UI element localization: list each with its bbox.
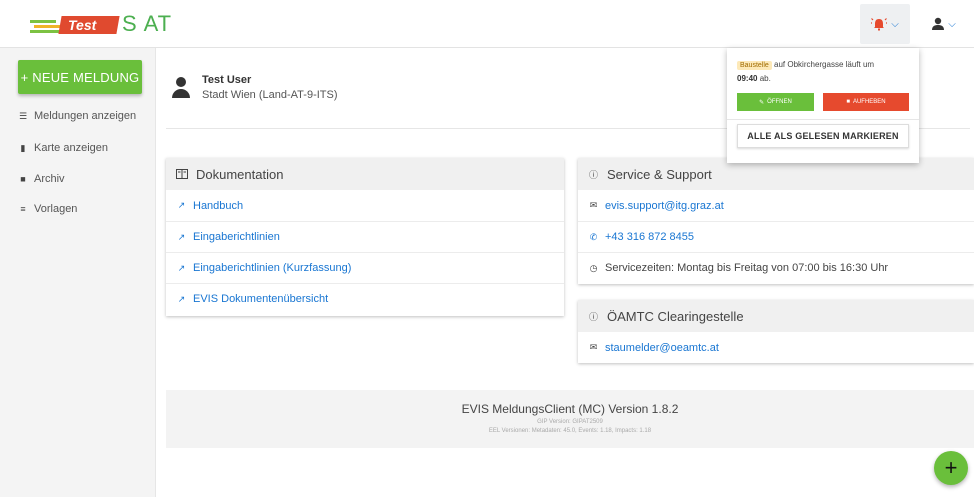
user-menu-button[interactable]: ⌵ (924, 4, 964, 44)
mark-all-read-button[interactable]: ALLE ALS GELESEN MARKIEREN (737, 124, 909, 148)
help-circle-icon: ⓘ (588, 169, 598, 180)
external-link-icon: ↗ (177, 200, 186, 210)
notification-time: 09:40 (737, 74, 758, 83)
avatar (172, 76, 190, 99)
person-icon (932, 17, 945, 30)
notifications-button[interactable]: ⌵ (860, 4, 910, 44)
map-icon: ▮ (20, 142, 26, 153)
sidebar-item-archive[interactable]: ■ Archiv (18, 173, 65, 185)
documentation-title: Dokumentation (196, 166, 284, 182)
gip-version: GIP Version: GIPAT2509 (537, 419, 603, 425)
sidebar-item-label: Vorlagen (34, 203, 78, 215)
logo-badge: Test (68, 17, 97, 33)
doc-link-overview[interactable]: ↗ EVIS Dokumentenübersicht (166, 283, 564, 314)
sidebar-item-map[interactable]: ▮ Karte anzeigen (18, 142, 108, 154)
doc-link-manual[interactable]: ↗ Handbuch (166, 190, 564, 221)
notification-message: Baustelle auf Obkirchergasse läuft um 09… (737, 58, 912, 85)
doc-link-guidelines-short[interactable]: ↗ Eingaberichtlinien (Kurzfassung) (166, 252, 564, 283)
oeamtc-email-link[interactable]: ✉ staumelder@oeamtc.at (578, 332, 974, 363)
templates-icon: ≡ (20, 204, 26, 214)
sidebar-item-label: Archiv (34, 173, 65, 185)
oeamtc-header: ⓘ ÖAMTC Clearingestelle (578, 300, 974, 332)
top-bar: Test S AT ⌵ ⌵ (0, 0, 974, 48)
support-title: Service & Support (607, 166, 712, 182)
sidebar-item-reports[interactable]: ☰ Meldungen anzeigen (18, 110, 136, 122)
list-icon: ☰ (18, 110, 28, 121)
add-fab-button[interactable]: + (934, 451, 968, 485)
cancel-notification-button[interactable]: ■ AUFHEBEN (823, 93, 909, 111)
open-notification-button[interactable]: ✎ ÖFFNEN (737, 93, 814, 111)
documentation-header: Dokumentation (166, 158, 564, 190)
phone-icon: ✆ (589, 231, 598, 242)
documentation-card: Dokumentation ↗ Handbuch ↗ Eingaberichtl… (166, 158, 564, 316)
eel-versions: EEL Versionen: Metadaten: 45.0, Events: … (488, 428, 652, 434)
sidebar-item-label: Karte anzeigen (34, 142, 108, 154)
chevron-down-icon: ⌵ (891, 18, 899, 30)
logo-mark: Test (30, 12, 120, 36)
support-phone-link[interactable]: ✆ +43 316 872 8455 (578, 221, 974, 252)
help-circle-icon: ⓘ (588, 311, 598, 322)
support-card: ⓘ Service & Support ✉ evis.support@itg.g… (578, 158, 974, 284)
archive-icon: ■ (20, 174, 26, 184)
oeamtc-card: ⓘ ÖAMTC Clearingestelle ✉ staumelder@oea… (578, 300, 974, 363)
logo-text: S AT (122, 11, 173, 36)
user-info: Test User Stadt Wien (Land-AT-9-ITS) (172, 74, 338, 101)
sidebar: + NEUE MELDUNG ☰ Meldungen anzeigen ▮ Ka… (0, 48, 156, 497)
mail-icon: ✉ (589, 342, 598, 352)
mail-icon: ✉ (589, 200, 598, 210)
book-icon (176, 169, 188, 179)
external-link-icon: ↗ (177, 231, 186, 242)
oeamtc-title: ÖAMTC Clearingestelle (607, 308, 744, 324)
trash-icon: ■ (846, 99, 850, 105)
new-report-button[interactable]: + NEUE MELDUNG (18, 60, 142, 94)
popup-divider (727, 119, 919, 120)
notification-text: auf Obkirchergasse läuft um (774, 60, 875, 69)
notification-suffix: ab. (759, 74, 771, 83)
user-organization: Stadt Wien (Land-AT-9-ITS) (202, 89, 338, 101)
sidebar-item-label: Meldungen anzeigen (34, 110, 137, 122)
notification-type-badge: Baustelle (737, 61, 772, 70)
app-logo[interactable]: Test S AT (30, 10, 172, 38)
clock-icon: ◷ (589, 262, 598, 273)
top-bar-actions: ⌵ ⌵ (860, 0, 964, 48)
notification-popup: Baustelle auf Obkirchergasse läuft um 09… (727, 48, 919, 163)
pencil-icon: ✎ (759, 99, 765, 106)
doc-link-guidelines[interactable]: ↗ Eingaberichtlinien (166, 221, 564, 252)
external-link-icon: ↗ (177, 262, 186, 273)
version-footer: EVIS MeldungsClient (MC) Version 1.8.2 G… (166, 390, 974, 448)
sidebar-item-templates[interactable]: ≡ Vorlagen (18, 203, 77, 215)
alarm-bell-icon (871, 18, 888, 31)
chevron-down-icon: ⌵ (948, 18, 956, 30)
support-email-link[interactable]: ✉ evis.support@itg.graz.at (578, 190, 974, 221)
user-name: Test User (202, 74, 252, 86)
version-title: EVIS MeldungsClient (MC) Version 1.8.2 (461, 402, 679, 416)
external-link-icon: ↗ (177, 293, 186, 304)
support-hours: ◷ Servicezeiten: Montag bis Freitag von … (578, 252, 974, 283)
